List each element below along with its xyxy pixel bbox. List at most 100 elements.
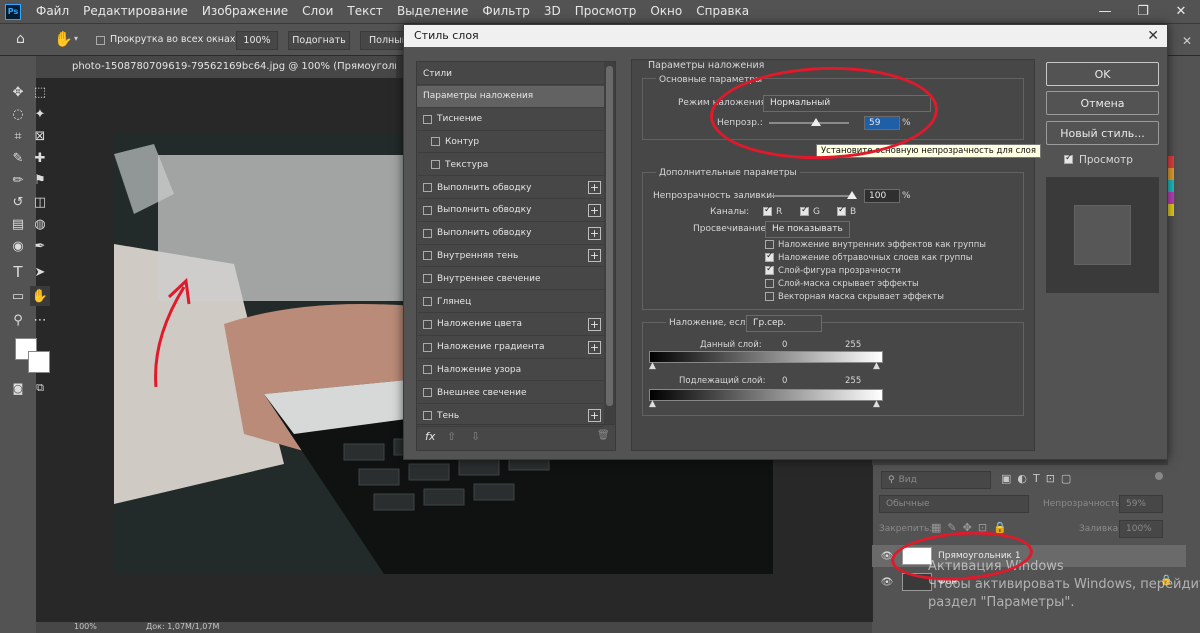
menu-select[interactable]: Выделение [390, 0, 475, 23]
style-item-checkbox[interactable] [423, 365, 432, 375]
channel-b-checkbox[interactable] [837, 205, 846, 216]
menu-3d[interactable]: 3D [537, 0, 568, 23]
style-item-checkbox[interactable] [423, 183, 432, 192]
screen-mode-icon[interactable]: ⧉ [30, 378, 50, 398]
style-item[interactable]: Внутреннее свечение [417, 268, 604, 291]
filter-toggle-icon[interactable] [1155, 472, 1163, 480]
style-item[interactable]: Выполнить обводку + [417, 223, 604, 245]
style-item-checkbox[interactable] [423, 274, 432, 284]
fit-screen-button[interactable]: Подогнать [288, 31, 350, 50]
fill-screen-button[interactable]: Полный [360, 31, 405, 50]
style-item[interactable]: Глянец [417, 291, 604, 313]
style-item[interactable]: Выполнить обводку + [417, 177, 604, 199]
style-item[interactable]: Внешнее свечение [417, 382, 604, 405]
home-icon[interactable]: ⌂ [16, 31, 25, 47]
style-item-checkbox[interactable] [423, 297, 432, 306]
eyedropper-tool-icon[interactable]: ✎ [8, 148, 28, 168]
hand-tool-active-icon[interactable]: ✋ [30, 286, 50, 306]
move-down-icon[interactable]: ⇩ [471, 430, 480, 443]
add-style-plus-icon[interactable]: + [588, 409, 601, 422]
brush-tool-icon[interactable]: ✏ [8, 170, 28, 190]
this-layer-left-handle[interactable]: ▲ [649, 361, 656, 371]
layer-opacity-field[interactable]: 59% [1119, 495, 1163, 513]
fill-opacity-slider-track[interactable] [769, 195, 849, 197]
menu-layers[interactable]: Слои [295, 0, 340, 23]
blend-if-dropdown[interactable]: Гр.сер. [746, 315, 822, 332]
channel-r-checkbox[interactable] [763, 205, 772, 216]
hand-tool-icon[interactable]: ✋ [54, 30, 73, 48]
option-checkbox-layer-mask[interactable] [765, 279, 774, 288]
option-checkbox-interior-effects[interactable] [765, 240, 774, 249]
path-select-icon[interactable]: ➤ [30, 262, 50, 282]
minimize-button[interactable]: — [1086, 4, 1124, 19]
panel-close-icon[interactable]: ✕ [1182, 34, 1200, 52]
preview-checkbox[interactable] [1064, 153, 1073, 164]
underlying-right-handle[interactable]: ▲ [873, 399, 880, 409]
style-item[interactable]: Выполнить обводку + [417, 200, 604, 222]
swatch-magenta[interactable] [1168, 192, 1174, 204]
maximize-button[interactable]: ❐ [1124, 4, 1162, 19]
this-layer-right-handle[interactable]: ▲ [873, 361, 880, 371]
style-item-checkbox[interactable] [423, 114, 432, 124]
cancel-button[interactable]: Отмена [1046, 91, 1159, 115]
add-style-plus-icon[interactable]: + [588, 203, 601, 217]
fill-opacity-slider-thumb[interactable] [847, 191, 857, 199]
style-item-checkbox[interactable] [423, 411, 432, 420]
style-item[interactable]: Наложение узора [417, 359, 604, 382]
style-item[interactable]: Тиснение [417, 109, 604, 131]
rectangle-tool-icon[interactable]: ▭ [8, 286, 28, 306]
layer-filter-icons[interactable]: ▣◐T⊡▢ [1001, 472, 1077, 485]
option-checkbox-transparency-shapes[interactable] [765, 264, 774, 275]
quick-mask-icon[interactable]: ◙ [8, 378, 28, 398]
styles-list-scrollbar[interactable] [604, 62, 615, 424]
move-up-icon[interactable]: ⇧ [447, 430, 456, 443]
history-brush-icon[interactable]: ↺ [8, 192, 28, 212]
add-style-plus-icon[interactable]: + [588, 340, 601, 354]
swatch-orange[interactable] [1168, 168, 1174, 180]
close-window-button[interactable]: ✕ [1162, 4, 1200, 19]
menu-edit[interactable]: Редактирование [76, 0, 195, 23]
swatch-cyan[interactable] [1168, 180, 1174, 192]
fx-menu-icon[interactable]: fx [425, 430, 435, 443]
menu-image[interactable]: Изображение [195, 0, 295, 23]
visibility-eye-icon[interactable]: 👁 [880, 577, 894, 588]
frame-tool-icon[interactable]: ⊠ [30, 126, 50, 146]
ok-button[interactable]: OK [1046, 62, 1159, 86]
pen-tool-icon[interactable]: ✒ [30, 236, 50, 256]
style-item-checkbox[interactable] [423, 205, 432, 215]
background-color-swatch[interactable] [28, 351, 50, 373]
underlying-gradient[interactable] [649, 389, 883, 401]
style-item-checkbox[interactable] [423, 388, 432, 398]
blur-tool-icon[interactable]: ◉ [8, 236, 28, 256]
style-item-checkbox[interactable] [423, 228, 432, 238]
underlying-left-handle[interactable]: ▲ [649, 399, 656, 409]
magic-wand-icon[interactable]: ✦ [30, 104, 50, 124]
lasso-tool-icon[interactable]: ◌ [8, 104, 28, 124]
tool-preset-chevron-icon[interactable]: ▾ [74, 34, 78, 43]
zoom-tool-icon[interactable]: ⚲ [8, 310, 28, 330]
dialog-close-icon[interactable]: ✕ [1147, 25, 1159, 47]
style-item[interactable]: Наложение цвета + [417, 314, 604, 336]
layer-fill-field[interactable]: 100% [1119, 520, 1163, 538]
menu-help[interactable]: Справка [689, 0, 756, 23]
add-style-plus-icon[interactable]: + [588, 317, 601, 331]
new-style-button[interactable]: Новый стиль... [1046, 121, 1159, 145]
menu-filter[interactable]: Фильтр [475, 0, 536, 23]
menu-file[interactable]: Файл [29, 0, 76, 23]
style-item[interactable]: Стили [417, 63, 604, 85]
move-tool-icon[interactable]: ✥ [8, 82, 28, 102]
dodge-tool-icon[interactable]: ◍ [30, 214, 50, 234]
option-checkbox-clipped-layers[interactable] [765, 251, 774, 262]
fill-opacity-field[interactable]: 100 [864, 189, 900, 203]
zoom-100-button[interactable]: 100% [236, 31, 278, 50]
style-item-checkbox[interactable] [423, 251, 432, 261]
style-item-checkbox[interactable] [431, 137, 440, 147]
style-item[interactable]: Наложение градиента + [417, 337, 604, 359]
menu-text[interactable]: Текст [340, 0, 390, 23]
menu-view[interactable]: Просмотр [568, 0, 644, 23]
crop-tool-icon[interactable]: ⌗ [8, 126, 28, 146]
this-layer-gradient[interactable] [649, 351, 883, 363]
trash-icon[interactable]: 🗑 [597, 430, 610, 441]
style-item-checkbox[interactable] [423, 342, 432, 352]
layer-kind-filter[interactable]: ⚲ Вид [881, 471, 991, 489]
